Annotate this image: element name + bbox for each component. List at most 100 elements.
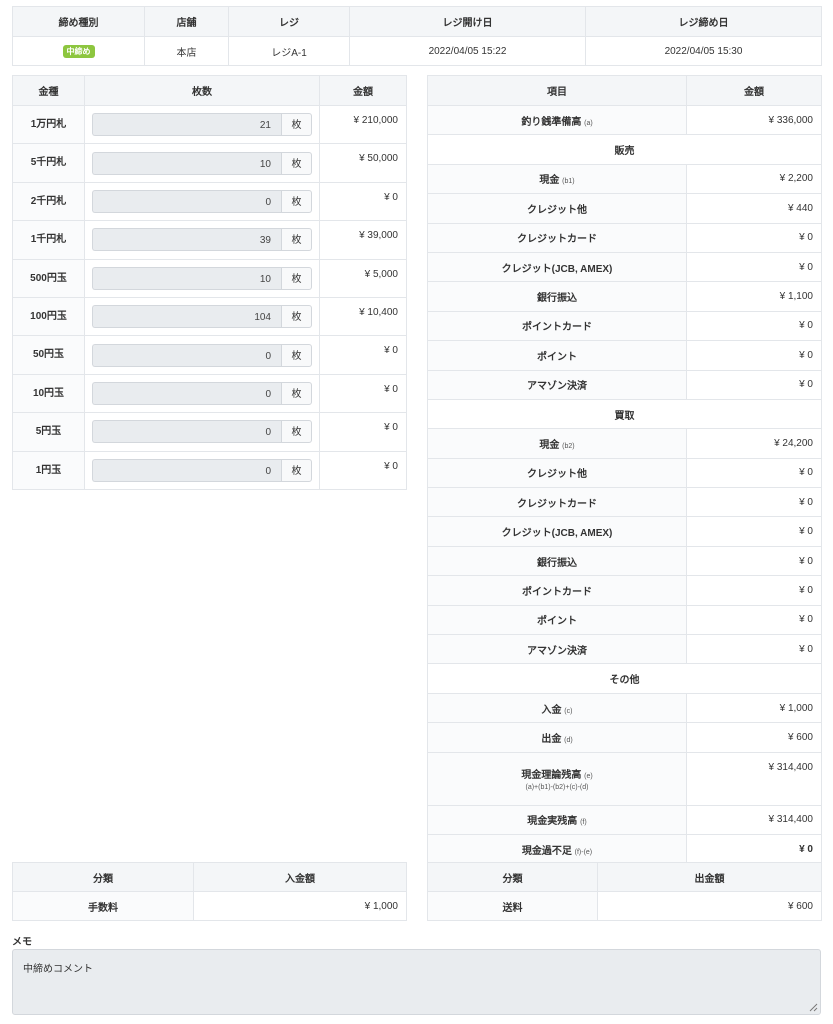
item-label: アマゾン決済 bbox=[427, 369, 687, 400]
denom-count-group: 0 枚 bbox=[92, 458, 312, 482]
header-payout-category: 分類 bbox=[427, 862, 598, 892]
item-label: クレジット(JCB, AMEX) bbox=[427, 251, 687, 283]
denom-row: 50円玉 0 枚 ¥ 0 bbox=[12, 335, 407, 375]
item-value: ¥ 2,200 bbox=[686, 163, 822, 195]
item-value: ¥ 0 bbox=[686, 340, 822, 371]
deposit-entry-row: 手数料 ¥ 1,000 bbox=[12, 891, 407, 921]
denom-count-cell: 10 枚 bbox=[84, 143, 320, 183]
denom-count-cell: 104 枚 bbox=[84, 296, 320, 337]
item-value: ¥ 1,100 bbox=[686, 281, 822, 312]
item-label: クレジットカード bbox=[427, 222, 687, 253]
denom-row: 5千円札 10 枚 ¥ 50,000 bbox=[12, 143, 407, 183]
denom-unit: 枚 bbox=[281, 381, 312, 405]
payout-header-row: 分類 出金額 bbox=[427, 862, 822, 892]
denom-unit: 枚 bbox=[281, 151, 312, 175]
items-header-row: 項目 金額 bbox=[427, 75, 822, 106]
denom-count-input[interactable]: 39 bbox=[92, 228, 281, 252]
denom-count-input[interactable]: 0 bbox=[92, 189, 281, 213]
denom-count-input[interactable]: 0 bbox=[92, 458, 281, 482]
item-label: ポイント bbox=[427, 604, 687, 636]
diff-row: 現金過不足 (f)-(e) ¥ 0 bbox=[427, 833, 822, 865]
denom-unit: 枚 bbox=[281, 420, 312, 444]
item-row: 現金 (b1) ¥ 2,200 bbox=[427, 163, 822, 195]
denom-row: 1円玉 0 枚 ¥ 0 bbox=[12, 450, 407, 490]
denom-amount: ¥ 210,000 bbox=[319, 104, 407, 145]
denom-header-row: 金種 枚数 金額 bbox=[12, 75, 407, 106]
payout-amount: ¥ 600 bbox=[597, 891, 822, 921]
denom-count-group: 0 枚 bbox=[92, 420, 312, 444]
item-row: クレジットカード ¥ 0 bbox=[427, 487, 822, 518]
denom-count-input[interactable]: 21 bbox=[92, 113, 281, 137]
denom-row: 1万円札 21 枚 ¥ 210,000 bbox=[12, 104, 407, 145]
denom-count-input[interactable]: 10 bbox=[92, 151, 281, 175]
denom-count-group: 104 枚 bbox=[92, 305, 312, 329]
header-payout-amount: 出金額 bbox=[597, 862, 822, 892]
header-close-type: 締め種別 bbox=[12, 6, 145, 37]
buy-section-title: 買取 bbox=[427, 398, 822, 430]
item-value: ¥ 0 bbox=[686, 604, 822, 636]
item-value: ¥ 0 bbox=[686, 457, 822, 489]
header-register: レジ bbox=[228, 6, 350, 37]
header-item-amount: 金額 bbox=[686, 75, 822, 106]
denom-count-input[interactable]: 10 bbox=[92, 266, 281, 290]
denom-count-input[interactable]: 104 bbox=[92, 305, 281, 329]
item-value: ¥ 0 bbox=[686, 310, 822, 342]
resize-handle-icon[interactable] bbox=[809, 1003, 818, 1012]
item-label: 銀行振込 bbox=[427, 281, 687, 312]
denom-amount: ¥ 10,400 bbox=[319, 296, 407, 337]
item-value: ¥ 0 bbox=[686, 575, 822, 606]
item-value: ¥ 0 bbox=[686, 251, 822, 283]
item-label: クレジット他 bbox=[427, 457, 687, 489]
denom-unit: 枚 bbox=[281, 343, 312, 367]
denom-amount: ¥ 5,000 bbox=[319, 258, 407, 298]
denom-count-input[interactable]: 0 bbox=[92, 420, 281, 444]
diff-value: ¥ 0 bbox=[686, 833, 822, 865]
item-value: ¥ 0 bbox=[686, 545, 822, 577]
denom-count-group: 0 枚 bbox=[92, 343, 312, 367]
item-value: ¥ 0 bbox=[686, 369, 822, 400]
item-label: クレジットカード bbox=[427, 487, 687, 518]
header-opened: レジ開け日 bbox=[349, 6, 586, 37]
denom-row: 5円玉 0 枚 ¥ 0 bbox=[12, 412, 407, 452]
denom-unit: 枚 bbox=[281, 189, 312, 213]
sales-section-title: 販売 bbox=[427, 134, 822, 165]
denom-row: 10円玉 0 枚 ¥ 0 bbox=[12, 373, 407, 414]
denom-row: 500円玉 10 枚 ¥ 5,000 bbox=[12, 258, 407, 298]
header-deposit-amount: 入金額 bbox=[193, 862, 407, 892]
header-item: 項目 bbox=[427, 75, 687, 106]
denom-label: 100円玉 bbox=[12, 296, 85, 337]
denom-count-cell: 0 枚 bbox=[84, 412, 320, 452]
item-row: アマゾン決済 ¥ 0 bbox=[427, 634, 822, 665]
theory-label: 現金理論残高 (e) (a)+(b1)-(b2)+(c)-(d) bbox=[427, 751, 687, 806]
denom-count-group: 39 枚 bbox=[92, 228, 312, 252]
denom-count-cell: 0 枚 bbox=[84, 450, 320, 490]
memo-label: メモ bbox=[12, 937, 32, 948]
item-label: 現金 (b2) bbox=[427, 428, 687, 459]
opened-cell: 2022/04/05 15:22 bbox=[349, 36, 586, 66]
float-row: 釣り銭準備高 (a) ¥ 336,000 bbox=[427, 104, 822, 136]
deposit-category: 手数料 bbox=[12, 891, 194, 921]
denom-count-input[interactable]: 0 bbox=[92, 343, 281, 367]
memo-textarea[interactable]: 中締めコメント bbox=[12, 949, 821, 1015]
float-label: 釣り銭準備高 (a) bbox=[427, 104, 687, 136]
actual-row: 現金実残高 (f) ¥ 314,400 bbox=[427, 804, 822, 835]
item-row: 現金 (b2) ¥ 24,200 bbox=[427, 428, 822, 459]
payout-table: 分類 出金額 送料 ¥ 600 bbox=[427, 862, 822, 921]
withdraw-row: 出金 (d) ¥ 600 bbox=[427, 722, 822, 753]
item-value: ¥ 0 bbox=[686, 222, 822, 253]
denom-label: 5円玉 bbox=[12, 412, 85, 452]
items-table: 項目 金額 釣り銭準備高 (a) ¥ 336,000 販売 現金 (b1) ¥ … bbox=[427, 75, 822, 865]
denom-count-group: 10 枚 bbox=[92, 151, 312, 175]
header-denomination: 金種 bbox=[12, 75, 85, 106]
denom-unit: 枚 bbox=[281, 458, 312, 482]
close-type-cell: 中締め bbox=[12, 36, 145, 66]
item-row: クレジット(JCB, AMEX) ¥ 0 bbox=[427, 251, 822, 283]
deposit-label: 入金 (c) bbox=[427, 692, 687, 724]
item-row: ポイント ¥ 0 bbox=[427, 340, 822, 371]
item-row: クレジット他 ¥ 440 bbox=[427, 193, 822, 224]
other-section-title: その他 bbox=[427, 663, 822, 694]
header-closed: レジ締め日 bbox=[585, 6, 822, 37]
theory-formula: (a)+(b1)-(b2)+(c)-(d) bbox=[525, 783, 589, 791]
item-row: アマゾン決済 ¥ 0 bbox=[427, 369, 822, 400]
denom-count-input[interactable]: 0 bbox=[92, 381, 281, 405]
